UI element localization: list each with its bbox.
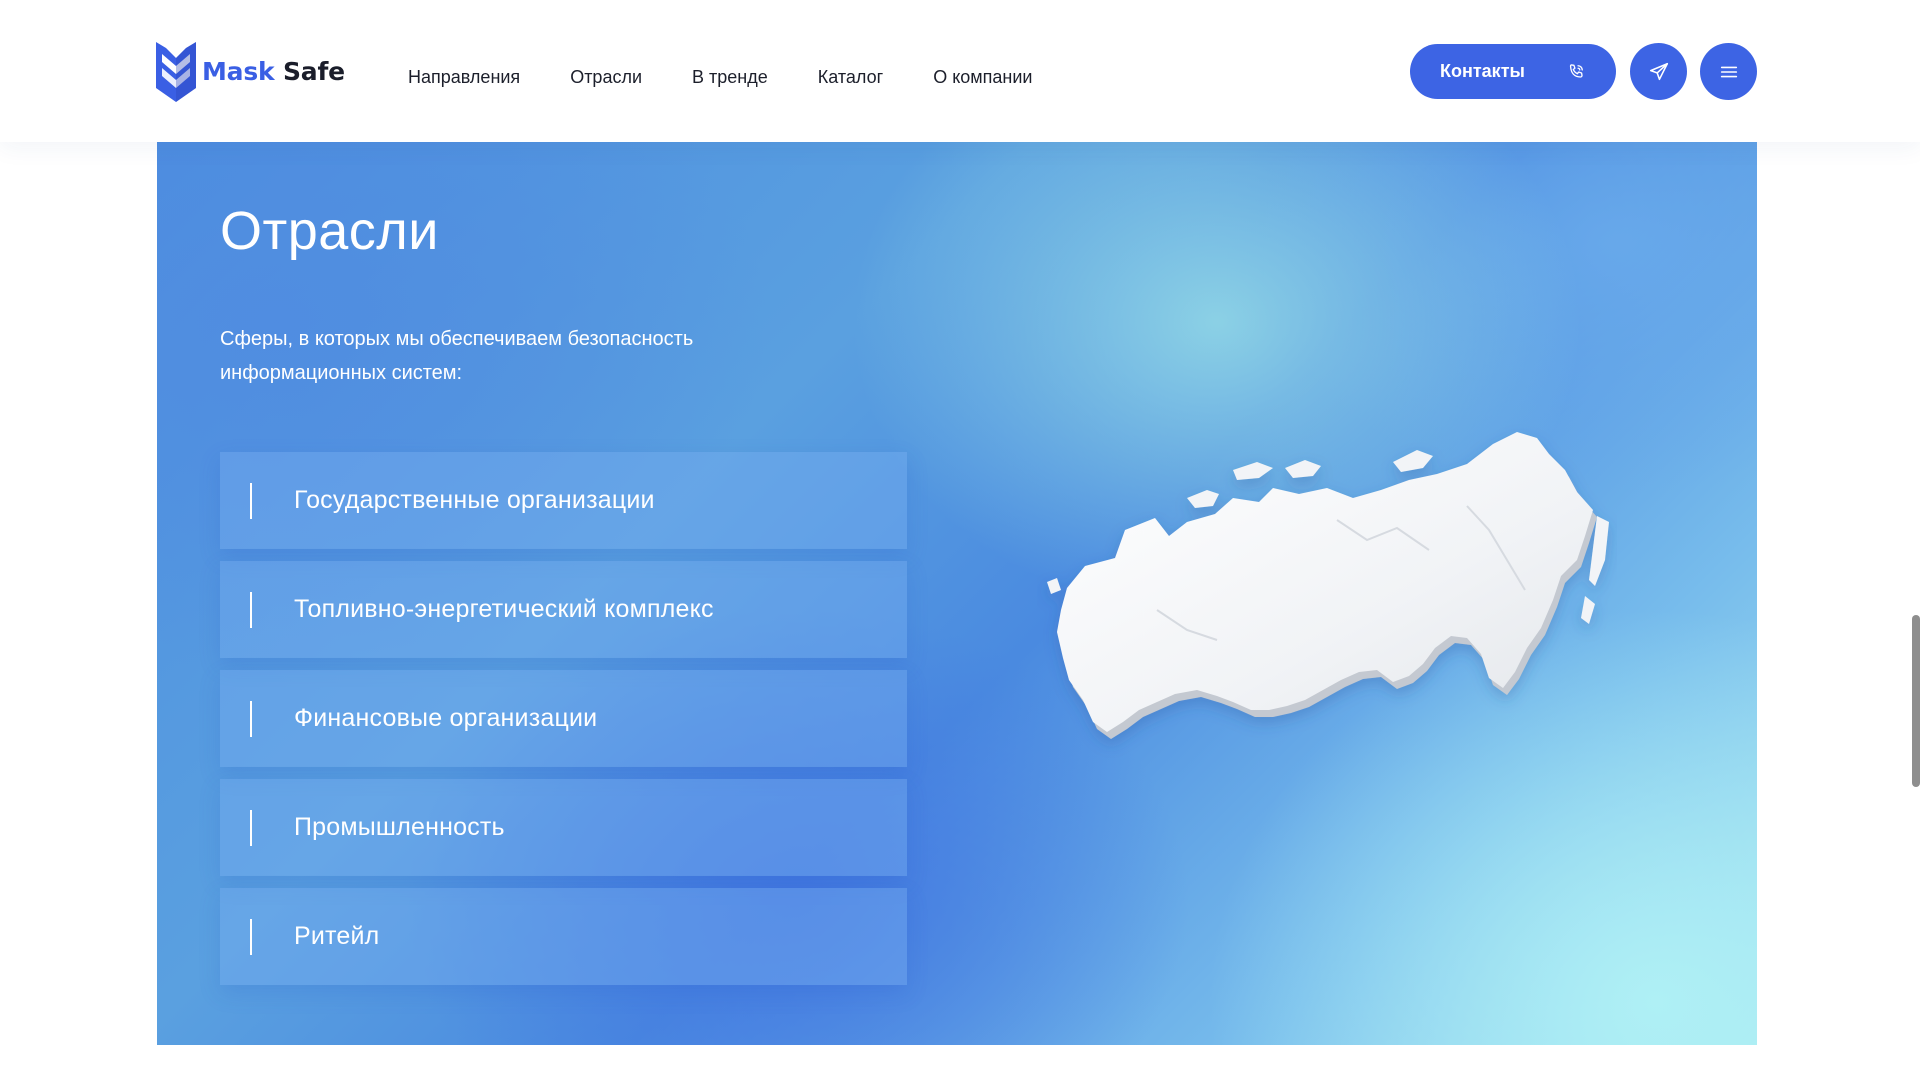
nav-item-about[interactable]: О компании: [933, 67, 1032, 88]
main-nav: Направления Отрасли В тренде Каталог О к…: [408, 67, 1082, 88]
industry-item-government[interactable]: Государственные организации: [220, 452, 907, 549]
item-accent-bar: [250, 701, 252, 737]
site-header: Mask Safe Направления Отрасли В тренде К…: [0, 0, 1920, 142]
logo-text: Mask Safe: [202, 57, 345, 86]
item-accent-bar: [250, 919, 252, 955]
nav-item-catalog[interactable]: Каталог: [818, 67, 883, 88]
logo-word-safe: Safe: [282, 56, 345, 86]
russia-map-illustration: [1047, 432, 1609, 739]
industries-section: Отрасли Сферы, в которых мы обеспечиваем…: [157, 142, 1757, 1045]
industry-label: Промышленность: [294, 813, 505, 841]
industry-label: Финансовые организации: [294, 704, 598, 732]
nav-item-industries[interactable]: Отрасли: [570, 67, 642, 88]
industry-label: Государственные организации: [294, 486, 655, 514]
hamburger-menu-icon: [1720, 66, 1737, 77]
industry-label: Топливно-энергетический комплекс: [294, 595, 714, 623]
section-title: Отрасли: [220, 201, 439, 261]
contacts-button[interactable]: Контакты: [1410, 44, 1616, 99]
industry-item-finance[interactable]: Финансовые организации: [220, 670, 907, 767]
menu-button[interactable]: [1700, 43, 1757, 100]
mask-safe-logo-icon: [156, 42, 196, 102]
item-accent-bar: [250, 592, 252, 628]
industry-item-retail[interactable]: Ритейл: [220, 888, 907, 985]
industry-label: Ритейл: [294, 922, 380, 950]
item-accent-bar: [250, 810, 252, 846]
industry-list: Государственные организации Топливно-эне…: [220, 452, 907, 997]
industry-item-energy[interactable]: Топливно-энергетический комплекс: [220, 561, 907, 658]
logo-word-mask: Mask: [202, 56, 275, 86]
page-scrollbar[interactable]: [1912, 615, 1920, 787]
send-message-button[interactable]: [1630, 43, 1687, 100]
paper-plane-icon: [1649, 62, 1668, 80]
phone-icon: [1569, 63, 1583, 78]
contacts-button-label: Контакты: [1440, 61, 1525, 81]
item-accent-bar: [250, 483, 252, 519]
nav-item-trending[interactable]: В тренде: [692, 67, 768, 88]
logo[interactable]: Mask Safe: [156, 40, 345, 102]
industry-item-industry[interactable]: Промышленность: [220, 779, 907, 876]
nav-item-directions[interactable]: Направления: [408, 67, 520, 88]
section-subtitle: Сферы, в которых мы обеспечиваем безопас…: [220, 328, 694, 384]
